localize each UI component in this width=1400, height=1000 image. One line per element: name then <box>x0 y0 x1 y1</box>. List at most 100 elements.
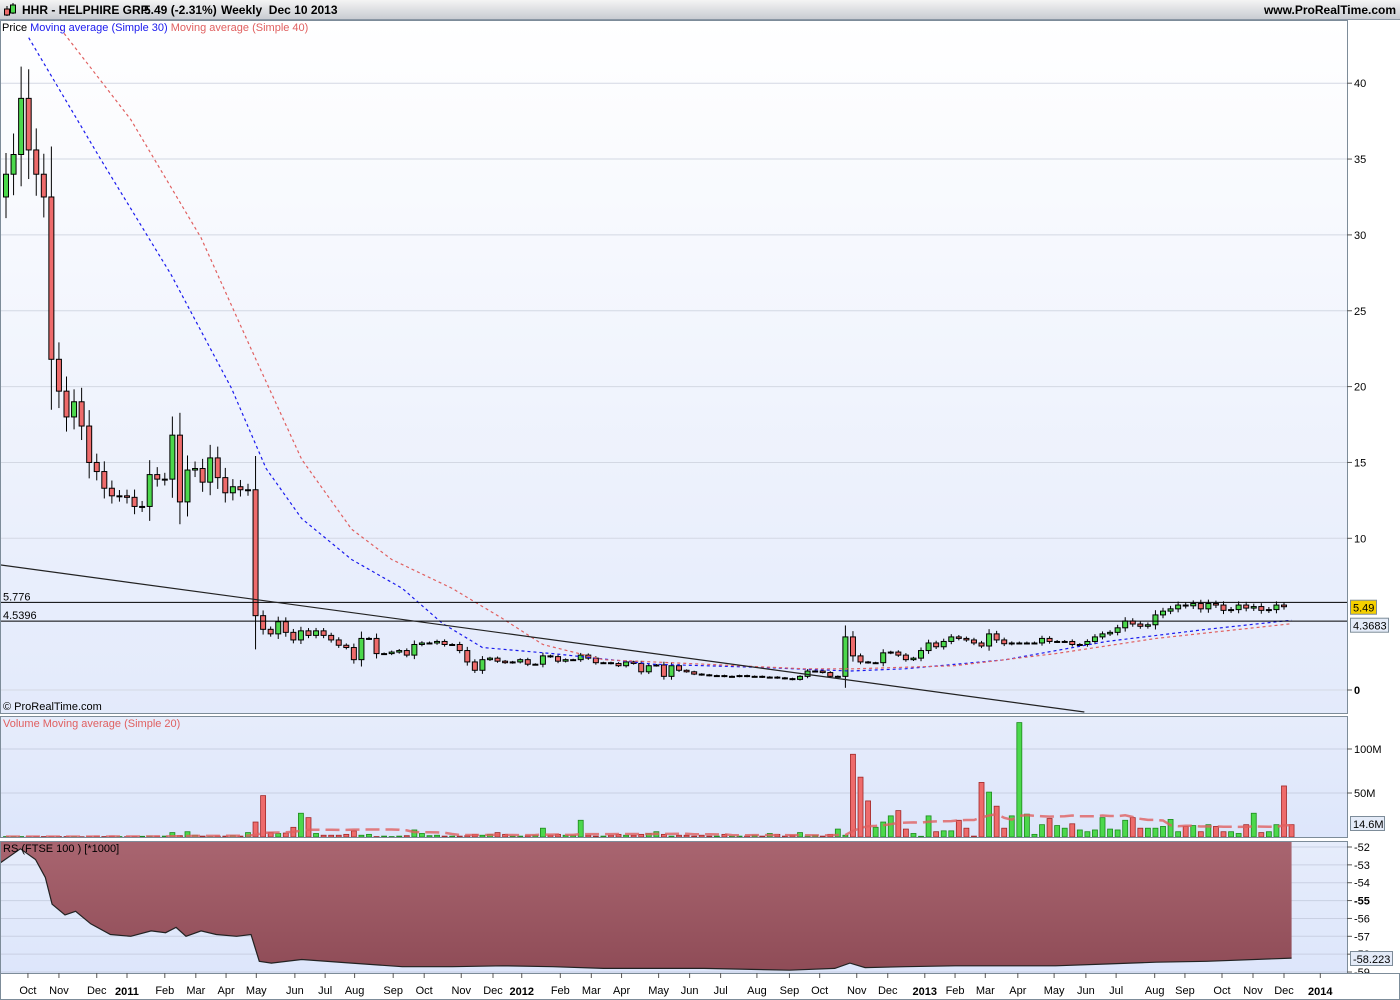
volume-bar <box>1197 831 1204 837</box>
candle-body <box>1167 608 1174 612</box>
price-tick-label: 20 <box>1354 382 1366 394</box>
candle-body <box>600 662 607 665</box>
volume-bar <box>1092 829 1098 837</box>
candle-body <box>607 662 614 665</box>
candle-body <box>464 650 471 663</box>
candle-body <box>955 636 962 639</box>
volume-tick-label: 50M <box>1354 788 1375 800</box>
rs-legend[interactable]: RS (FTSE 100 ) [*1000] <box>3 843 119 855</box>
volume-bar <box>305 817 312 837</box>
candle-body <box>524 659 531 665</box>
volume-bar <box>698 834 705 837</box>
candle-body <box>108 487 115 497</box>
candle-body <box>683 669 690 673</box>
x-tick-label: Nov <box>49 985 69 997</box>
candle-body <box>986 633 993 647</box>
candle-body <box>192 468 199 471</box>
candle-body <box>918 650 925 659</box>
candle-body <box>305 630 312 636</box>
candle-body <box>1243 604 1250 609</box>
volume-bar <box>358 834 365 837</box>
x-tick-label: Oct <box>19 985 36 997</box>
candle-body <box>774 676 781 679</box>
candle-body <box>570 659 577 662</box>
candle-body <box>819 670 826 674</box>
candle-body <box>865 661 872 664</box>
rs-tick-label: -55 <box>1354 896 1370 908</box>
candle-body <box>494 657 501 662</box>
candle-body <box>471 661 478 671</box>
candle-body <box>1273 604 1280 611</box>
volume-tick-label: 100M <box>1354 744 1382 756</box>
candle-body <box>895 651 902 656</box>
volume-bar <box>683 834 690 837</box>
candle-body <box>146 474 153 507</box>
price-panel[interactable] <box>0 20 1348 714</box>
candle-body <box>1114 627 1121 633</box>
candle-body <box>880 652 887 664</box>
volume-bar <box>668 835 675 837</box>
website-link[interactable]: www.ProRealTime.com <box>1264 3 1396 17</box>
x-tick-label: Jul <box>714 985 728 997</box>
candle-body <box>1016 642 1023 645</box>
x-tick-label: Jun <box>681 985 699 997</box>
candle-body <box>827 672 834 677</box>
legend-volume[interactable]: Volume <box>3 718 40 730</box>
chart-canvas[interactable]: 0 10 15 20 25 30 35 40 50M 100M -52 -53 -54 -55 -56 -57… <box>0 0 1400 1000</box>
legend-volume-ma[interactable]: Moving average (Simple 20) <box>43 718 181 730</box>
x-tick-label: Jun <box>1077 985 1095 997</box>
volume-bar <box>403 835 410 837</box>
candle-body <box>1144 624 1151 627</box>
volume-bar <box>638 833 645 837</box>
x-tick-label: Dec <box>87 985 107 997</box>
volume-bar <box>1220 831 1227 837</box>
ma-value-marker-text: 4.3683 <box>1353 621 1387 633</box>
volume-bar <box>1228 831 1234 837</box>
candle-body <box>335 639 342 646</box>
candle-body <box>933 642 940 648</box>
candle-body <box>1258 606 1265 611</box>
volume-bar <box>540 827 546 837</box>
x-tick-label: Sep <box>780 985 800 997</box>
rs-tick-label: -54 <box>1354 878 1370 890</box>
candle-body <box>411 643 418 656</box>
candle-body <box>1228 609 1235 612</box>
candle-body <box>260 615 267 630</box>
candle-body <box>237 486 244 491</box>
volume-ma-marker: 14.6M <box>1350 816 1385 831</box>
legend-ma40[interactable]: Moving average (Simple 40) <box>171 22 309 34</box>
candle-body <box>948 636 955 642</box>
x-tick-label: 2013 <box>913 986 937 998</box>
candle-body <box>1099 633 1106 638</box>
candle-body <box>101 471 108 489</box>
volume-bar <box>759 835 766 837</box>
volume-bar <box>1114 829 1121 837</box>
candle-body <box>698 673 705 676</box>
candle-body <box>388 651 395 655</box>
price-tick-label: 15 <box>1354 457 1366 469</box>
candle-body <box>797 675 804 680</box>
candle-body <box>3 173 9 198</box>
candle-body <box>1046 637 1053 642</box>
candle-body <box>78 401 85 427</box>
volume-bar <box>479 834 486 837</box>
candle-body <box>736 675 743 678</box>
x-tick-label: 2011 <box>115 986 139 998</box>
volume-bar <box>1039 824 1045 837</box>
candle <box>683 669 690 673</box>
candle-body <box>1122 620 1129 629</box>
rs-value-marker: -58.223 <box>1350 951 1393 966</box>
volume-bar <box>1258 832 1265 837</box>
candle-body <box>1008 642 1015 645</box>
candle-body <box>532 663 539 666</box>
candle-body <box>645 665 652 673</box>
volume-bar <box>381 835 388 837</box>
volume-bar <box>1137 827 1144 837</box>
candle <box>819 670 826 674</box>
period-date: Weekly Dec 10 2013 <box>221 3 338 17</box>
volume-bar <box>933 831 940 837</box>
legend-ma30[interactable]: Moving average (Simple 30) <box>30 22 168 34</box>
candle-body <box>1023 642 1030 645</box>
x-tick-label: May <box>246 985 267 997</box>
price-tick-label: 0 <box>1354 685 1360 697</box>
